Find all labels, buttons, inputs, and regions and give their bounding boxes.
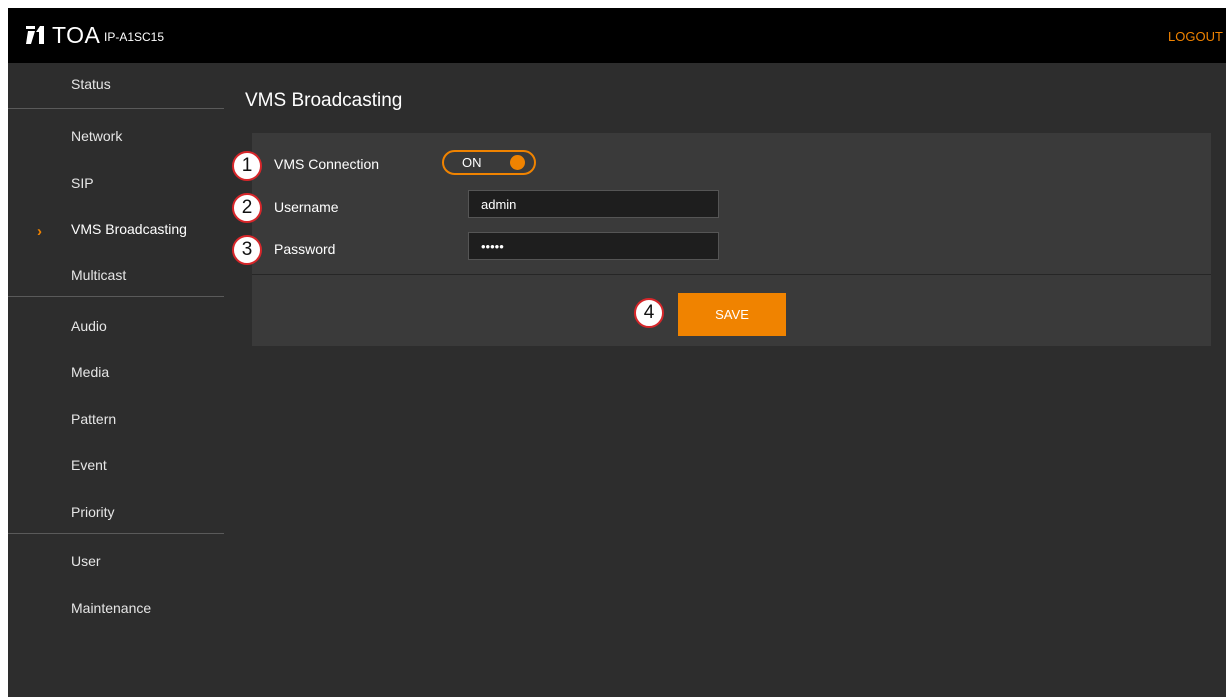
sidebar-item-status[interactable]: Status [8, 66, 224, 106]
sidebar-item-event[interactable]: Event [8, 447, 224, 487]
chevron-right-icon: › [37, 223, 42, 240]
password-label: Password [274, 241, 336, 257]
nav-divider [8, 296, 224, 297]
vms-connection-label: VMS Connection [274, 156, 380, 172]
sidebar-item-label: VMS Broadcasting [71, 221, 187, 237]
sidebar-item-label: Event [71, 457, 107, 473]
sidebar-item-label: Priority [71, 504, 115, 520]
nav-divider [8, 108, 224, 109]
sidebar-item-audio[interactable]: Audio [8, 308, 224, 348]
device-model: IP-A1SC15 [104, 30, 165, 44]
panel-divider [252, 274, 1211, 275]
top-bar: TOA IP-A1SC15 LOGOUT [8, 8, 1226, 63]
settings-panel: VMS Connection ON Username Password SAVE [252, 133, 1211, 346]
sidebar-item-sip[interactable]: SIP [8, 165, 224, 205]
username-field[interactable] [468, 190, 719, 218]
sidebar-item-vms-broadcasting[interactable]: › VMS Broadcasting [8, 211, 224, 251]
sidebar-item-pattern[interactable]: Pattern [8, 401, 224, 441]
vms-connection-toggle[interactable]: ON [442, 150, 536, 175]
page-title: VMS Broadcasting [245, 90, 403, 111]
password-field[interactable] [468, 232, 719, 260]
sidebar-item-label: Media [71, 364, 110, 380]
sidebar-item-label: Network [71, 128, 123, 144]
sidebar-item-priority[interactable]: Priority [8, 494, 224, 534]
callout-marker-2: 2 [232, 193, 262, 223]
sidebar-item-maintenance[interactable]: Maintenance [8, 590, 224, 630]
callout-marker-4: 4 [634, 298, 664, 328]
username-label: Username [274, 199, 339, 215]
sidebar-item-label: User [71, 553, 101, 569]
toggle-state-label: ON [462, 155, 482, 170]
callout-marker-3: 3 [232, 235, 262, 265]
toggle-knob [510, 155, 525, 170]
nav-divider [8, 533, 224, 534]
sidebar-item-multicast[interactable]: Multicast [8, 257, 224, 297]
sidebar-item-label: Pattern [71, 411, 117, 427]
sidebar-item-label: SIP [71, 175, 94, 191]
toa-logo-icon [26, 26, 44, 44]
sidebar-nav: Status Network SIP › VMS Broadcasting Mu… [8, 63, 224, 697]
sidebar-item-network[interactable]: Network [8, 118, 224, 158]
sidebar-item-label: Maintenance [71, 600, 152, 616]
sidebar-item-label: Status [71, 76, 111, 92]
callout-marker-1: 1 [232, 151, 262, 181]
brand-name: TOA [52, 22, 101, 48]
sidebar-item-media[interactable]: Media [8, 354, 224, 394]
app-window: TOA IP-A1SC15 LOGOUT Status Network SIP … [8, 8, 1226, 697]
logout-link[interactable]: LOGOUT [1168, 29, 1223, 44]
sidebar-item-label: Multicast [71, 267, 127, 283]
save-button[interactable]: SAVE [678, 293, 786, 336]
sidebar-item-user[interactable]: User [8, 543, 224, 583]
sidebar-item-label: Audio [71, 318, 107, 334]
